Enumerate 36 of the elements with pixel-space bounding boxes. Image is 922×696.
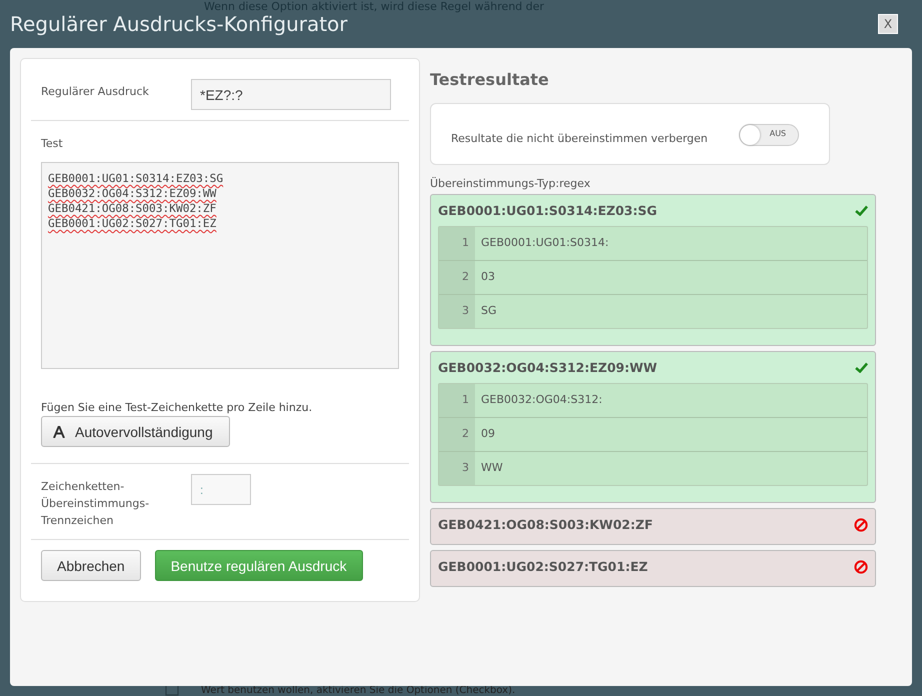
- group-index: 1: [439, 384, 475, 417]
- hint-text: Fügen Sie eine Test-Zeichenkette pro Zeile hinzu.: [41, 401, 314, 414]
- option-label: Resultate die nicht übereinstimmen verbergen: [451, 132, 708, 144]
- result-title: GEB0001:UG01:S0314:EZ03:SG: [438, 203, 657, 218]
- checkmark-icon: [855, 205, 868, 216]
- group-index: 2: [439, 261, 475, 294]
- match-type-text: Übereinstimmungs-Typ:regex: [430, 177, 592, 190]
- group-index: 2: [439, 418, 475, 451]
- checkmark-icon: [855, 362, 868, 373]
- field-label: Zeichenketten-Übereinstimmungs-Trennzeichen: [41, 479, 150, 529]
- group-value: GEB0001:UG01:S0314:: [480, 235, 609, 251]
- group-value: WW: [480, 460, 503, 476]
- result-title: GEB0032:OG04:S312:EZ09:WW: [438, 360, 658, 375]
- group-value: GEB0032:OG04:S312:: [480, 392, 602, 408]
- group-value: SG: [480, 303, 497, 319]
- prohibited-icon: [854, 560, 868, 574]
- checkbox-icon: [165, 686, 179, 696]
- window-title: Regulärer Ausdrucks-Konfigurator: [10, 12, 348, 36]
- group-value: 09: [480, 426, 495, 442]
- cancel-button[interactable]: Abbrechen: [41, 550, 141, 581]
- prohibited-icon: [854, 518, 868, 532]
- result-title: GEB0001:UG02:S027:TG01:EZ: [438, 559, 648, 574]
- group-index: 3: [439, 452, 475, 485]
- autocomplete-button[interactable]: Autovervollständigung: [41, 416, 230, 447]
- close-button[interactable]: X: [878, 14, 898, 34]
- toggle-switch[interactable]: AUS: [739, 124, 799, 146]
- section-heading: Testresultate: [430, 70, 550, 89]
- result-title: GEB0421:OG08:S003:KW02:ZF: [438, 517, 653, 532]
- field-label: Regulärer Ausdruck: [41, 84, 150, 100]
- group-index: 1: [439, 227, 475, 260]
- group-index: 3: [439, 295, 475, 328]
- group-value: 03: [480, 269, 495, 285]
- regex-input[interactable]: *EZ?:?: [191, 79, 391, 110]
- font-icon: [53, 426, 65, 438]
- test-textarea[interactable]: GEB0001:UG01:S0314:EZ03:SG GEB0032:OG04:S312:EZ09:WW GEB0421:OG08:S003:KW02:ZF GEB0001:UG02:S027:TG01:EZ: [41, 162, 399, 369]
- field-label: Test: [41, 137, 64, 150]
